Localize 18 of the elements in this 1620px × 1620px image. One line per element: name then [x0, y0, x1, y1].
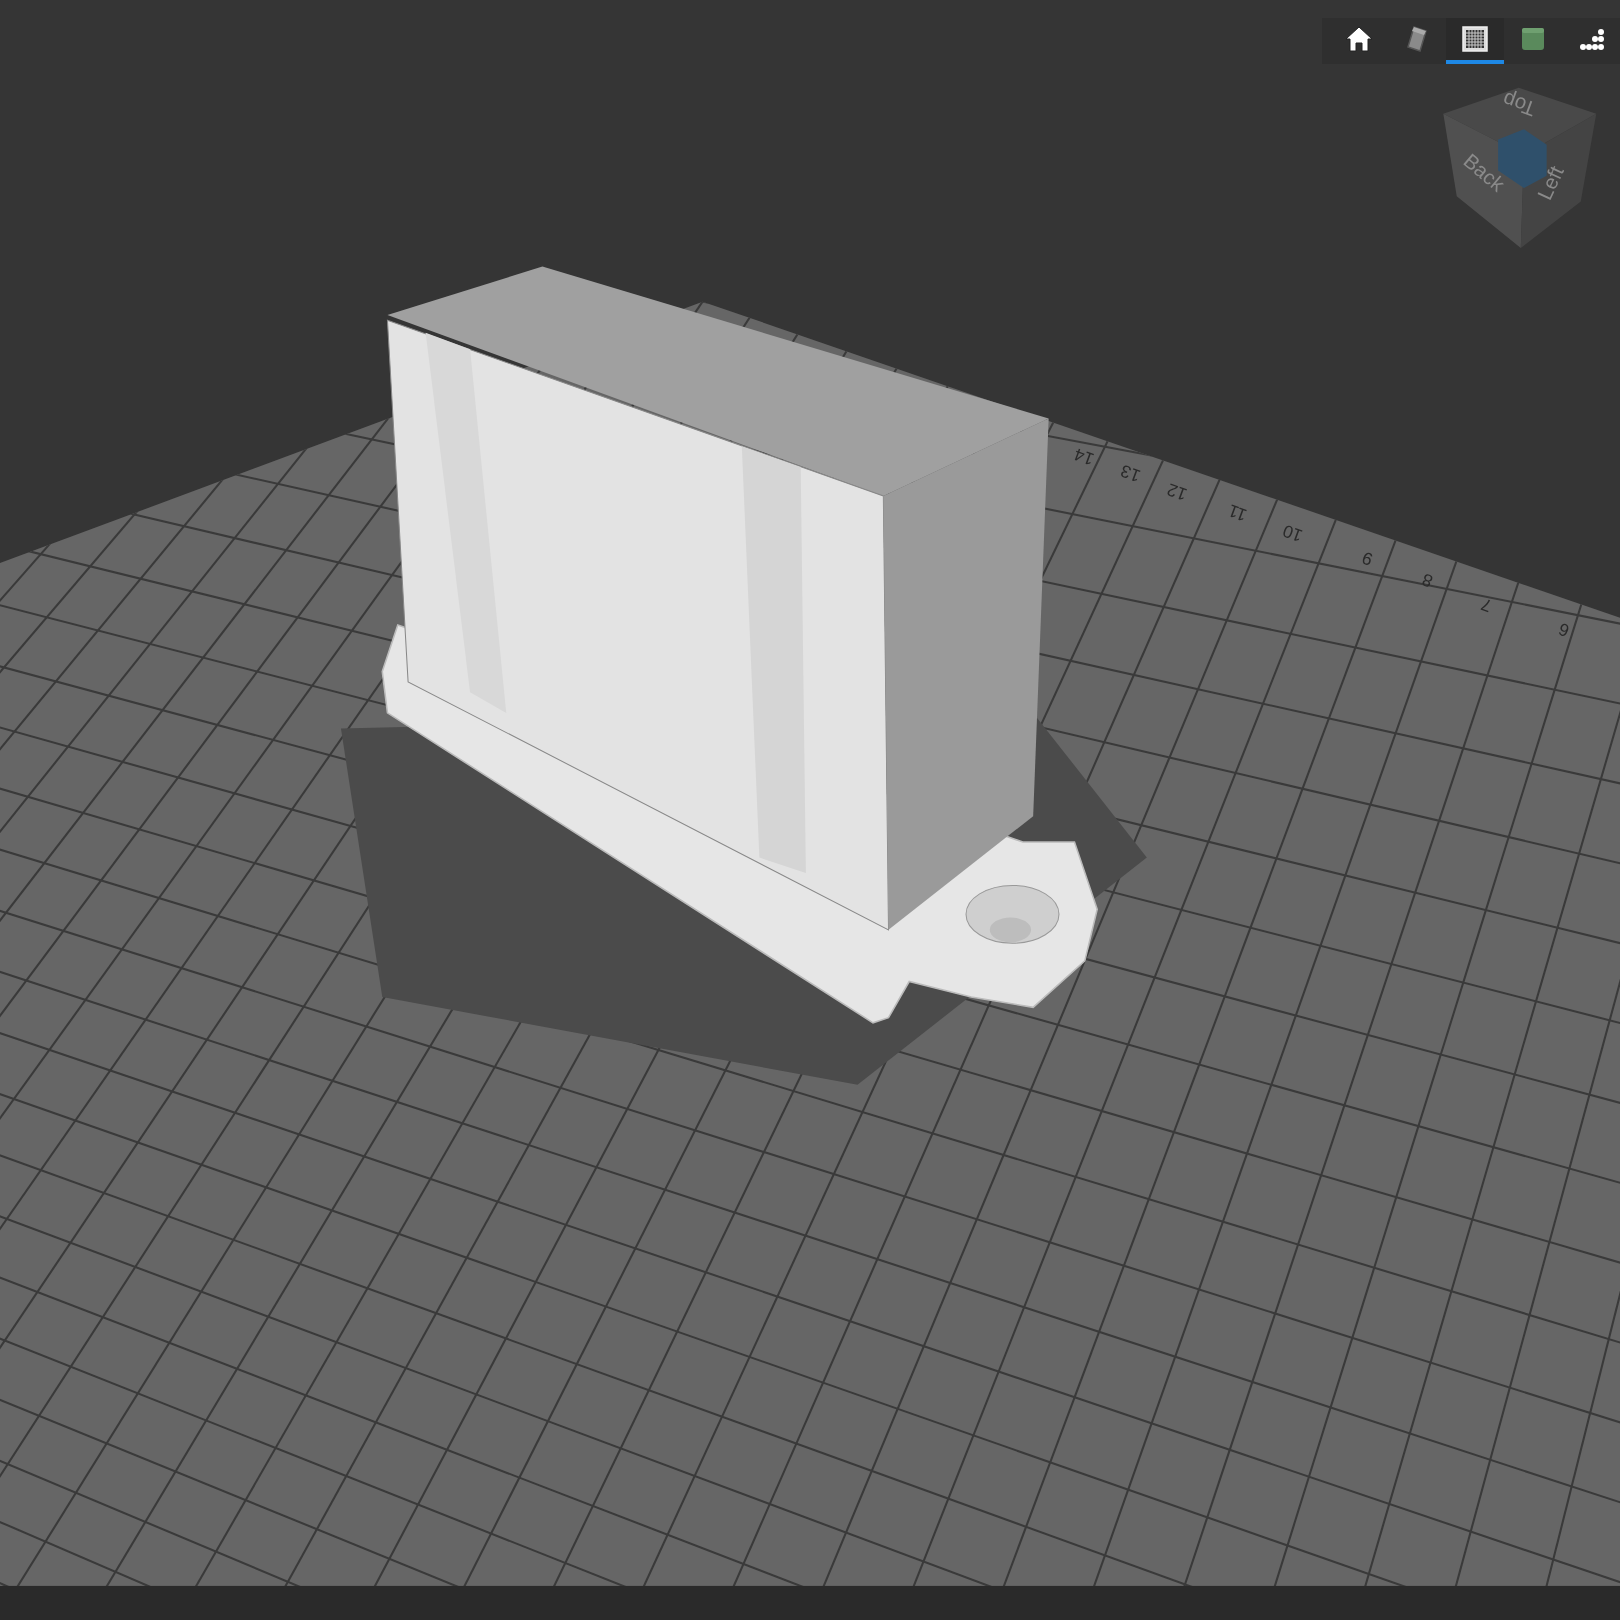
grid-icon — [1462, 26, 1488, 52]
ruler-label: 14 — [1071, 444, 1097, 470]
slab-icon — [1406, 25, 1428, 53]
view-cube-label[interactable]: Left — [1532, 162, 1568, 204]
ruler-label: 13 — [1117, 460, 1143, 487]
ruler-label: 12 — [1164, 479, 1190, 505]
ruler-label: 6 — [1555, 619, 1572, 642]
view-cube-label[interactable]: Top — [1499, 88, 1539, 122]
toolbar-button[interactable] — [1446, 18, 1504, 64]
view-cube[interactable] — [1443, 87, 1597, 248]
ruler-label: 9 — [1359, 547, 1376, 570]
ruler-label: 8 — [1419, 569, 1436, 592]
ruler-label: 10 — [1280, 520, 1306, 547]
dots-icon — [1577, 26, 1605, 52]
home-icon — [1344, 25, 1374, 53]
ruler-label: 7 — [1478, 594, 1495, 617]
cube-icon — [1521, 26, 1545, 52]
ruler-label: 11 — [1225, 500, 1250, 526]
